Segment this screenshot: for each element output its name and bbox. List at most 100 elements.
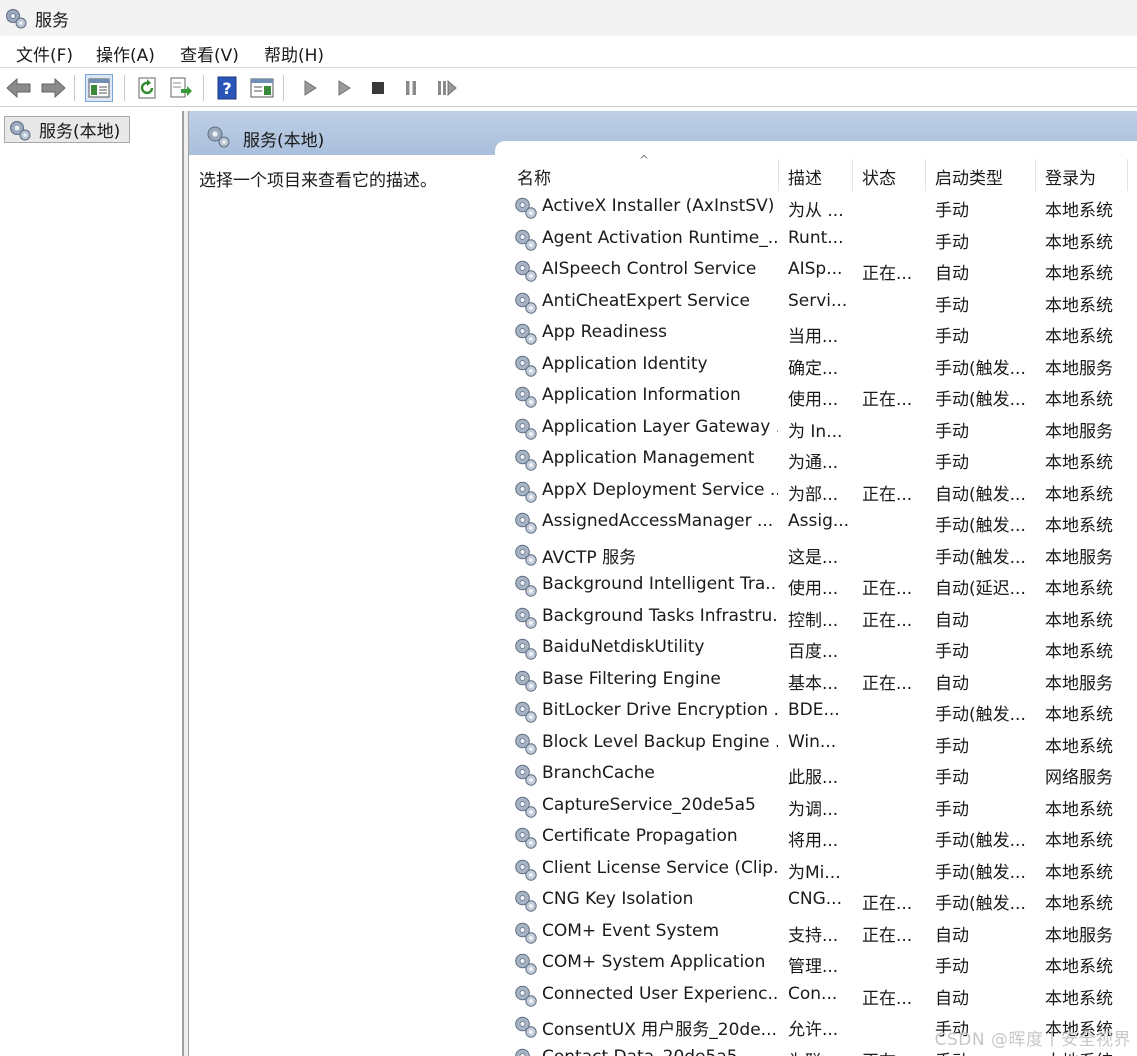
menu-view[interactable]: 查看(V) bbox=[179, 41, 240, 66]
cell-description: 为调... bbox=[788, 799, 839, 820]
refresh-button[interactable] bbox=[134, 74, 162, 102]
table-row[interactable]: BranchCache 此服... 手动 网络服务 bbox=[507, 759, 1137, 791]
svg-text:?: ? bbox=[222, 79, 231, 98]
cell-name: Application Layer Gateway ... bbox=[542, 416, 778, 437]
column-header-name[interactable]: 名称 bbox=[517, 164, 551, 189]
cell-status: 正在... bbox=[862, 610, 913, 631]
cell-log-on-as: 本地系统 bbox=[1045, 484, 1113, 505]
cell-log-on-as: 本地系统 bbox=[1045, 453, 1113, 473]
refresh-icon bbox=[138, 77, 156, 99]
cell-name: Client License Service (Clip... bbox=[542, 857, 778, 878]
cell-description: 支持... bbox=[788, 925, 839, 946]
menu-file[interactable]: 文件(F) bbox=[15, 41, 74, 66]
sort-ascending-icon: ^ bbox=[639, 153, 650, 167]
cell-log-on-as: 本地服务 bbox=[1045, 673, 1113, 694]
table-row[interactable]: Background Intelligent Tra... 使用... 正在..… bbox=[507, 570, 1137, 602]
cell-description: Runt... bbox=[788, 227, 844, 248]
table-row[interactable]: App Readiness 当用... 手动 本地系统 bbox=[507, 318, 1137, 350]
cell-status: 正在... bbox=[862, 579, 913, 599]
table-row[interactable]: Application Identity 确定... 手动(触发... 本地服务 bbox=[507, 350, 1137, 382]
cell-log-on-as: 本地系统 bbox=[1045, 862, 1113, 883]
table-row[interactable]: AssignedAccessManager ... Assig... 手动(触发… bbox=[507, 507, 1137, 539]
table-row[interactable]: AppX Deployment Service ... 为部... 正在... … bbox=[507, 476, 1137, 508]
table-row[interactable]: Connected User Experienc... Con... 正在...… bbox=[507, 980, 1137, 1012]
column-header-status[interactable]: 状态 bbox=[862, 164, 896, 189]
column-header-startup-type[interactable]: 启动类型 bbox=[935, 164, 1003, 189]
cell-name: Block Level Backup Engine ... bbox=[542, 731, 778, 752]
column-divider[interactable] bbox=[852, 159, 853, 191]
cell-description: Assig... bbox=[788, 511, 850, 531]
table-row[interactable]: CNG Key Isolation CNG... 正在... 手动(触发... … bbox=[507, 885, 1137, 917]
toolbar-separator bbox=[283, 75, 284, 101]
pause-icon bbox=[406, 81, 416, 95]
forward-button[interactable] bbox=[39, 74, 67, 102]
service-gear-icon bbox=[515, 670, 537, 692]
column-header-log-on-as[interactable]: 登录为 bbox=[1045, 164, 1096, 189]
console-tree-icon bbox=[88, 78, 110, 98]
table-row[interactable]: COM+ Event System 支持... 正在... 自动 本地服务 bbox=[507, 917, 1137, 949]
column-divider[interactable] bbox=[1127, 159, 1128, 191]
table-row[interactable]: COM+ System Application 管理... 手动 本地系统 bbox=[507, 948, 1137, 980]
service-gear-icon bbox=[515, 1048, 530, 1056]
cell-log-on-as: 本地服务 bbox=[1045, 925, 1113, 946]
window-title: 服务 bbox=[35, 11, 69, 31]
properties-button[interactable] bbox=[248, 74, 276, 102]
cell-name: AppX Deployment Service ... bbox=[542, 479, 778, 500]
export-list-button[interactable] bbox=[167, 74, 195, 102]
service-gear-icon bbox=[515, 355, 537, 377]
cell-description: 为联... bbox=[788, 1047, 852, 1056]
cell-startup-type: 手动(触发... bbox=[935, 862, 1026, 883]
table-row[interactable]: Certificate Propagation 将用... 手动(触发... 本… bbox=[507, 822, 1137, 854]
cell-log-on-as: 本地服务 bbox=[1045, 421, 1113, 442]
service-gear-icon bbox=[515, 796, 537, 818]
cell-startup-type: 手动(触发... bbox=[935, 516, 1026, 536]
stop-service-button[interactable] bbox=[364, 74, 392, 102]
start-service-alt-button[interactable] bbox=[330, 74, 358, 102]
table-row[interactable]: BaiduNetdiskUtility 百度... 手动 本地系统 bbox=[507, 633, 1137, 665]
column-divider[interactable] bbox=[1035, 159, 1036, 191]
table-row[interactable]: Client License Service (Clip... 为Mi... 手… bbox=[507, 854, 1137, 886]
start-service-button[interactable] bbox=[296, 74, 324, 102]
cell-description: 使用... bbox=[788, 579, 839, 599]
table-row[interactable]: AVCTP 服务 这是... 手动(触发... 本地服务 bbox=[507, 539, 1137, 571]
cell-startup-type: 手动 bbox=[935, 799, 969, 820]
menu-action[interactable]: 操作(A) bbox=[95, 41, 156, 66]
cell-log-on-as: 本地系统 bbox=[1045, 232, 1113, 253]
toolbar-separator bbox=[124, 75, 125, 101]
table-row[interactable]: Application Information 使用... 正在... 手动(触… bbox=[507, 381, 1137, 413]
menu-help[interactable]: 帮助(H) bbox=[263, 41, 325, 66]
column-divider[interactable] bbox=[925, 159, 926, 191]
table-row[interactable]: Background Tasks Infrastru... 控制... 正在..… bbox=[507, 602, 1137, 634]
table-row[interactable]: Application Layer Gateway ... 为 In... 手动… bbox=[507, 413, 1137, 445]
table-row[interactable]: Base Filtering Engine 基本... 正在... 自动 本地服… bbox=[507, 665, 1137, 697]
services-gear-icon bbox=[6, 9, 27, 29]
table-row[interactable]: AntiCheatExpert Service Servi... 手动 本地系统 bbox=[507, 287, 1137, 319]
back-button[interactable] bbox=[5, 74, 33, 102]
export-list-icon bbox=[170, 77, 192, 98]
description-text: 选择一个项目来查看它的描述。 bbox=[199, 171, 437, 191]
table-row[interactable]: BitLocker Drive Encryption ... BDE... 手动… bbox=[507, 696, 1137, 728]
cell-startup-type: 手动 bbox=[935, 768, 969, 788]
column-divider[interactable] bbox=[778, 159, 779, 191]
cell-startup-type: 自动(延迟... bbox=[935, 579, 1026, 599]
show-hide-console-tree-button[interactable] bbox=[85, 74, 113, 102]
cell-name: COM+ Event System bbox=[542, 920, 720, 941]
cell-name: Background Intelligent Tra... bbox=[542, 574, 778, 594]
cell-log-on-as: 本地服务 bbox=[1045, 547, 1113, 568]
table-row[interactable]: Application Management 为通... 手动 本地系统 bbox=[507, 444, 1137, 476]
table-row[interactable]: ActiveX Installer (AxInstSV) 为从 ... 手动 本… bbox=[507, 192, 1137, 224]
help-button[interactable]: ? bbox=[213, 74, 241, 102]
cell-status: 正在... bbox=[862, 1047, 922, 1056]
table-row[interactable]: AISpeech Control Service AISp... 正在... 自… bbox=[507, 255, 1137, 287]
cell-description: 为通... bbox=[788, 453, 839, 473]
table-row[interactable]: Block Level Backup Engine ... Win... 手动 … bbox=[507, 728, 1137, 760]
table-row[interactable]: Agent Activation Runtime_... Runt... 手动 … bbox=[507, 224, 1137, 256]
cell-description: 使用... bbox=[788, 390, 839, 410]
tree-item-services-local[interactable]: 服务(本地) bbox=[4, 116, 130, 143]
table-row[interactable]: CaptureService_20de5a5 为调... 手动 本地系统 bbox=[507, 791, 1137, 823]
cell-startup-type: 手动 bbox=[935, 421, 969, 442]
cell-startup-type: 手动(触发... bbox=[935, 358, 1026, 379]
column-header-description[interactable]: 描述 bbox=[788, 164, 822, 189]
restart-service-button[interactable] bbox=[433, 74, 461, 102]
pause-service-button[interactable] bbox=[397, 74, 425, 102]
